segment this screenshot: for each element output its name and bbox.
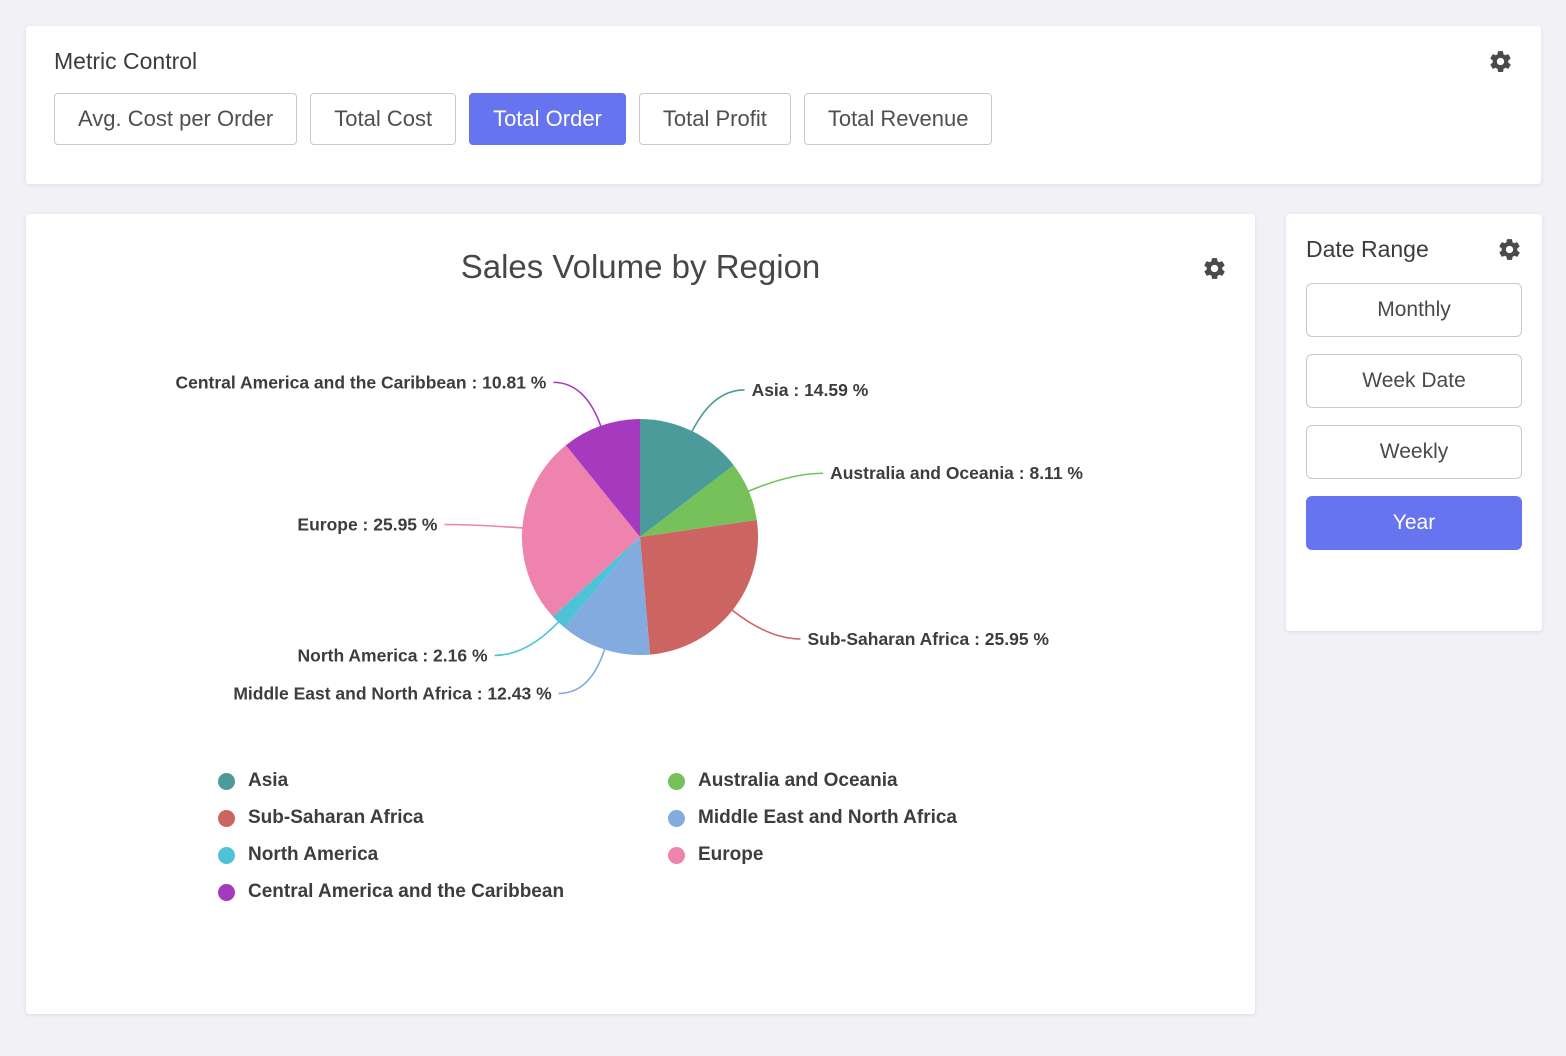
legend-dot-europe — [668, 847, 685, 864]
pie-leader-line-central-america-and-the-caribbean — [553, 382, 601, 426]
pie-label-central-america-and-the-caribbean: Central America and the Caribbean : 10.8… — [175, 372, 546, 392]
legend-label-australia-and-oceania: Australia and Oceania — [698, 770, 898, 792]
legend-item-europe[interactable]: Europe — [668, 844, 1118, 866]
chart-legend: Asia Australia and Oceania Sub-Saharan Afr… — [218, 770, 1255, 903]
legend-item-central-america-and-the-caribbean[interactable]: Central America and the Caribbean — [218, 881, 668, 903]
legend-dot-central-america-and-the-caribbean — [218, 884, 235, 901]
metric-total-order-button[interactable]: Total Order — [469, 93, 626, 145]
legend-label-north-america: North America — [248, 844, 378, 866]
legend-label-asia: Asia — [248, 770, 288, 792]
pie-leader-line-middle-east-and-north-africa — [559, 649, 605, 694]
metric-button-group: Avg. Cost per OrderTotal CostTotal Order… — [54, 93, 1513, 145]
pie-leader-line-europe — [444, 524, 523, 528]
date-range-year-button[interactable]: Year — [1306, 496, 1522, 550]
legend-item-north-america[interactable]: North America — [218, 844, 668, 866]
metric-total-profit-button[interactable]: Total Profit — [639, 93, 791, 145]
legend-dot-north-america — [218, 847, 235, 864]
pie-chart: Asia : 14.59 % Australia and Oceania : 8.… — [26, 292, 1255, 752]
metric-control-title: Metric Control — [54, 48, 197, 75]
metric-control-header: Metric Control — [54, 48, 1513, 75]
legend-label-central-america-and-the-caribbean: Central America and the Caribbean — [248, 881, 564, 903]
legend-dot-australia-and-oceania — [668, 773, 685, 790]
legend-dot-middle-east-and-north-africa — [668, 810, 685, 827]
content-row: Sales Volume by Region Asia : 14.59 % Aus… — [26, 214, 1541, 1014]
date-range-button-group: Monthly Week Date Weekly Year — [1306, 283, 1522, 550]
pie-leader-line-north-america — [495, 621, 560, 655]
metric-total-revenue-button[interactable]: Total Revenue — [804, 93, 993, 145]
legend-dot-sub-saharan-africa — [218, 810, 235, 827]
legend-label-sub-saharan-africa: Sub-Saharan Africa — [248, 807, 424, 829]
metric-control-gear-icon[interactable] — [1488, 49, 1513, 74]
legend-item-asia[interactable]: Asia — [218, 770, 668, 792]
date-range-monthly-button[interactable]: Monthly — [1306, 283, 1522, 337]
legend-item-middle-east-and-north-africa[interactable]: Middle East and North Africa — [668, 807, 1118, 829]
date-range-header: Date Range — [1306, 236, 1522, 263]
metric-control-card: Metric Control Avg. Cost per OrderTotal … — [26, 26, 1541, 184]
date-range-weekly-button[interactable]: Weekly — [1306, 425, 1522, 479]
pie-leader-line-sub-saharan-africa — [732, 610, 801, 639]
legend-label-middle-east-and-north-africa: Middle East and North Africa — [698, 807, 957, 829]
pie-label-asia: Asia : 14.59 % — [752, 380, 869, 400]
date-range-card: Date Range Monthly Week Date Weekly Year — [1286, 214, 1542, 631]
date-range-title: Date Range — [1306, 236, 1429, 263]
pie-label-sub-saharan-africa: Sub-Saharan Africa : 25.95 % — [807, 629, 1049, 649]
pie-label-north-america: North America : 2.16 % — [298, 645, 488, 665]
metric-avg-cost-per-order-button[interactable]: Avg. Cost per Order — [54, 93, 297, 145]
pie-label-middle-east-and-north-africa: Middle East and North Africa : 12.43 % — [233, 683, 552, 703]
metric-total-cost-button[interactable]: Total Cost — [310, 93, 456, 145]
chart-title: Sales Volume by Region — [26, 248, 1255, 286]
chart-gear-icon[interactable] — [1202, 256, 1227, 281]
legend-label-europe: Europe — [698, 844, 763, 866]
legend-dot-asia — [218, 773, 235, 790]
date-range-gear-icon[interactable] — [1497, 237, 1522, 262]
sales-volume-chart-card: Sales Volume by Region Asia : 14.59 % Aus… — [26, 214, 1255, 1014]
legend-item-australia-and-oceania[interactable]: Australia and Oceania — [668, 770, 1118, 792]
legend-item-sub-saharan-africa[interactable]: Sub-Saharan Africa — [218, 807, 668, 829]
pie-slice-sub-saharan-africa[interactable] — [640, 520, 758, 655]
pie-leader-line-australia-and-oceania — [748, 473, 823, 491]
pie-leader-line-asia — [692, 390, 745, 432]
date-range-week-date-button[interactable]: Week Date — [1306, 354, 1522, 408]
pie-label-europe: Europe : 25.95 % — [297, 514, 437, 534]
dashboard-page: Metric Control Avg. Cost per OrderTotal … — [0, 0, 1566, 1044]
pie-label-australia-and-oceania: Australia and Oceania : 8.11 % — [830, 463, 1083, 483]
